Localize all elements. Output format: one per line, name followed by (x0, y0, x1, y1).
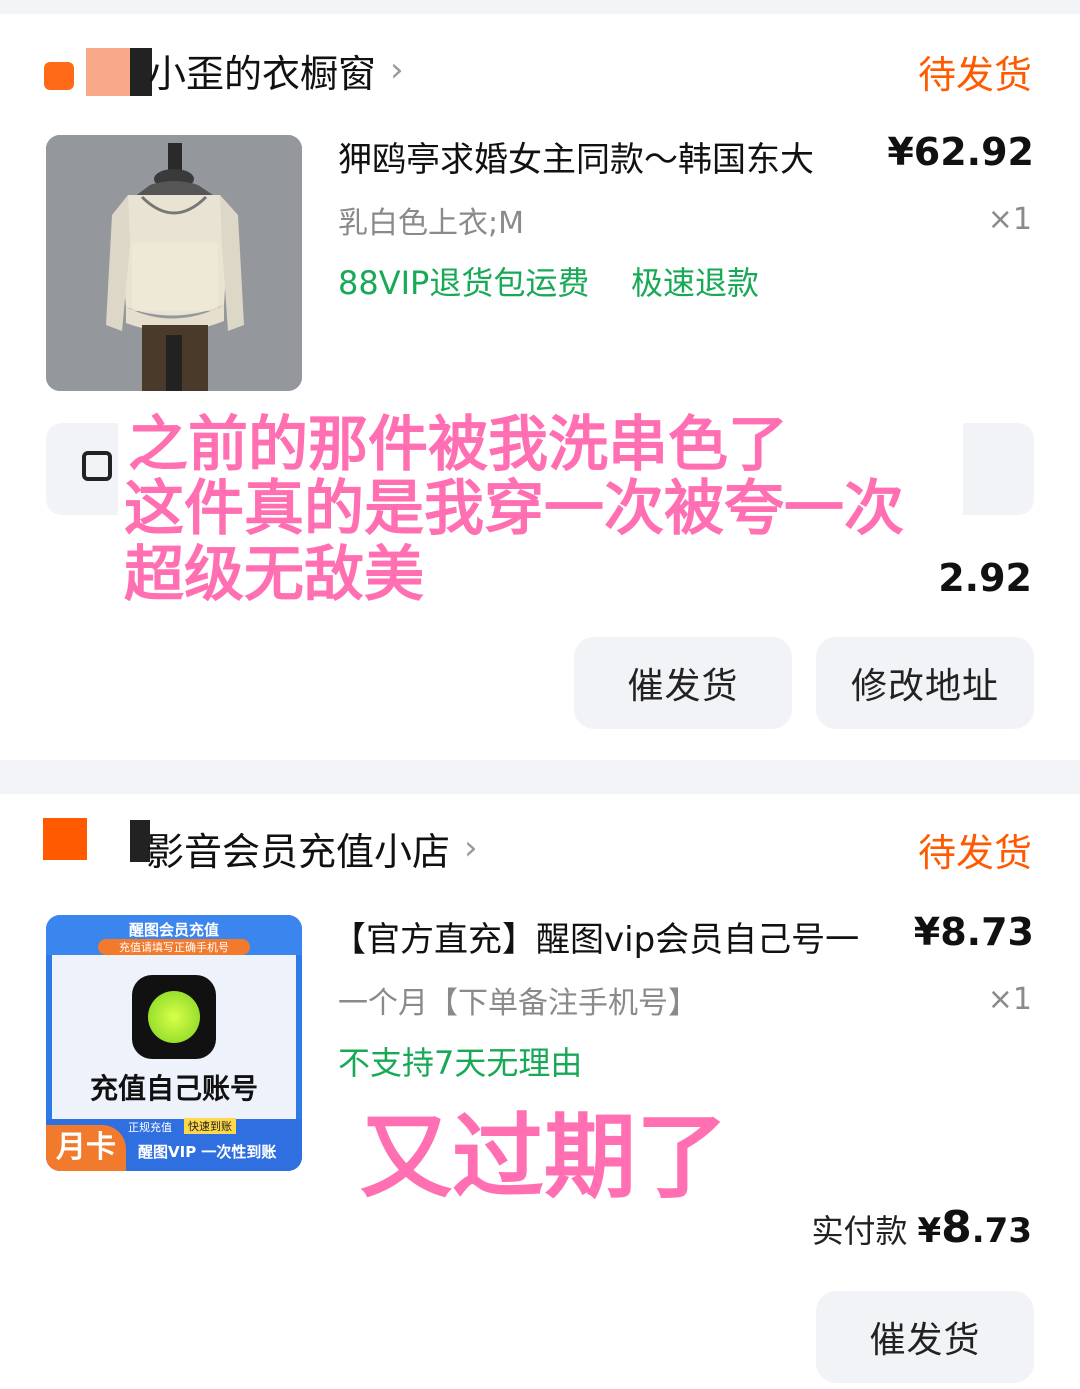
total-value: 2.92 (938, 556, 1032, 600)
privacy-mask (86, 48, 130, 96)
card-tag-1: 正规充值 (128, 1121, 172, 1134)
order-card-2: 影音会员充值小店 › 待发货 醒图会员充值 充值请填写正确手机号 充值自己账号 … (0, 794, 1080, 1389)
package-icon (82, 451, 112, 481)
order-card-1: 小歪的衣橱窗 › 待发货 狎鸥亭求婚女主同款～韩国东大 ¥62.92 乳白色上衣… (0, 14, 1080, 760)
product-price: ¥62.92 (887, 130, 1034, 174)
card-sub-text: 充值请填写正确手机号 (98, 939, 250, 955)
service-tag: 不支持7天无理由 (338, 1044, 583, 1082)
shop-name: 小歪的衣橱窗 (148, 51, 377, 96)
product-image[interactable] (46, 135, 302, 391)
product-spec: 一个月【下单备注手机号】 (338, 986, 698, 1021)
card-top-text: 醒图会员充值 (128, 921, 219, 939)
order-total-partial: 2.92 (938, 556, 1032, 600)
app-logo-icon (132, 975, 216, 1059)
overlay-caption-line-3: 超级无敌美 (124, 540, 424, 610)
product-image[interactable]: 醒图会员充值 充值请填写正确手机号 充值自己账号 正规充值 快速到账 月卡 醒图… (46, 915, 302, 1171)
paid-symbol: ¥ (917, 1211, 942, 1251)
card-main-text: 充值自己账号 (89, 1072, 258, 1105)
order-status: 待发货 (917, 831, 1032, 875)
shop-name: 影音会员充值小店 (146, 829, 451, 874)
product-spec: 乳白色上衣;M (338, 206, 524, 241)
product-title[interactable]: 狎鸥亭求婚女主同款～韩国东大 (338, 132, 814, 181)
shop-link[interactable]: 影音会员充值小店 › (146, 820, 478, 876)
overlay-caption-line-4: 又过期了 (360, 1104, 729, 1211)
paid-integer: 8 (941, 1202, 972, 1253)
paid-label: 实付款 (811, 1212, 908, 1250)
lace-top-image (46, 135, 302, 391)
card-tag-2: 快速到账 (184, 1118, 236, 1134)
order-status: 待发货 (917, 53, 1032, 97)
chevron-right-icon: › (464, 828, 478, 868)
shop-logo (44, 54, 78, 94)
shop-logo (43, 818, 87, 860)
service-tag: 88VIP退货包运费 (338, 264, 590, 302)
product-quantity: ×1 (987, 982, 1032, 1017)
overlay-caption-line-1: 之前的那件被我洗串色了 (128, 410, 788, 480)
overlay-caption-line-2: 这件真的是我穿一次被夸一次 (124, 474, 904, 544)
paid-decimal: .73 (971, 1211, 1032, 1251)
urge-shipment-button[interactable]: 催发货 (816, 1291, 1034, 1383)
service-tag: 极速退款 (631, 264, 760, 302)
chevron-right-icon: › (390, 50, 404, 90)
product-quantity: ×1 (987, 202, 1032, 237)
product-price: ¥8.73 (913, 910, 1034, 954)
paid-amount-row: 实付款 ¥8.73 (811, 1202, 1032, 1253)
shop-link[interactable]: 小歪的衣橱窗 › (148, 42, 404, 98)
card-bottom-text: 醒图VIP 一次性到账 (138, 1143, 277, 1161)
change-address-button[interactable]: 修改地址 (816, 637, 1034, 729)
urge-shipment-button[interactable]: 催发货 (574, 637, 792, 729)
product-title[interactable]: 【官方直充】醒图vip会员自己号一 (332, 912, 859, 961)
card-badge: 月卡 (46, 1125, 126, 1171)
